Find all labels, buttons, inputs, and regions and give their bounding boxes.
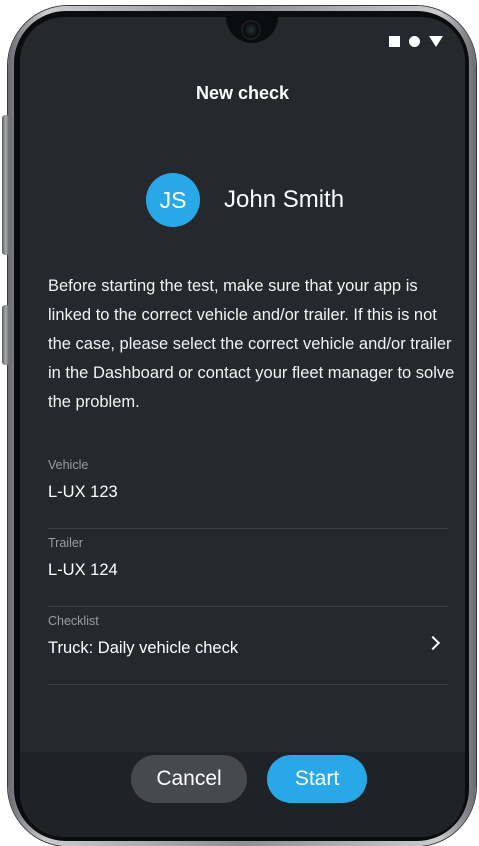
user-name: John Smith <box>224 186 345 213</box>
checklist-label: Checklist <box>48 614 99 628</box>
user-info: JS John Smith <box>146 173 344 227</box>
triangle-icon <box>429 36 443 47</box>
side-button-lower <box>2 305 9 365</box>
chevron-right-icon <box>425 635 441 651</box>
app-screen: New check JS John Smith Before starting … <box>20 17 465 837</box>
camera-icon <box>243 22 259 38</box>
start-button[interactable]: Start <box>267 755 367 803</box>
cancel-button[interactable]: Cancel <box>131 755 247 803</box>
checklist-field[interactable]: Checklist Truck: Daily vehicle check <box>48 606 448 685</box>
vehicle-value: L-UX 123 <box>48 483 118 501</box>
trailer-label: Trailer <box>48 536 83 550</box>
square-icon <box>389 36 400 47</box>
status-bar-icons <box>389 36 443 47</box>
notch <box>226 17 278 43</box>
vehicle-field: Vehicle L-UX 123 <box>48 450 448 529</box>
instructions-text: Before starting the test, make sure that… <box>48 277 455 411</box>
page-title: New check <box>195 83 290 103</box>
trailer-value: L-UX 124 <box>48 561 118 579</box>
vehicle-label: Vehicle <box>48 458 89 472</box>
trailer-field: Trailer L-UX 124 <box>48 528 448 607</box>
avatar: JS <box>146 173 200 227</box>
checklist-value: Truck: Daily vehicle check <box>48 639 239 657</box>
circle-icon <box>409 36 420 47</box>
side-button-upper <box>2 115 9 255</box>
